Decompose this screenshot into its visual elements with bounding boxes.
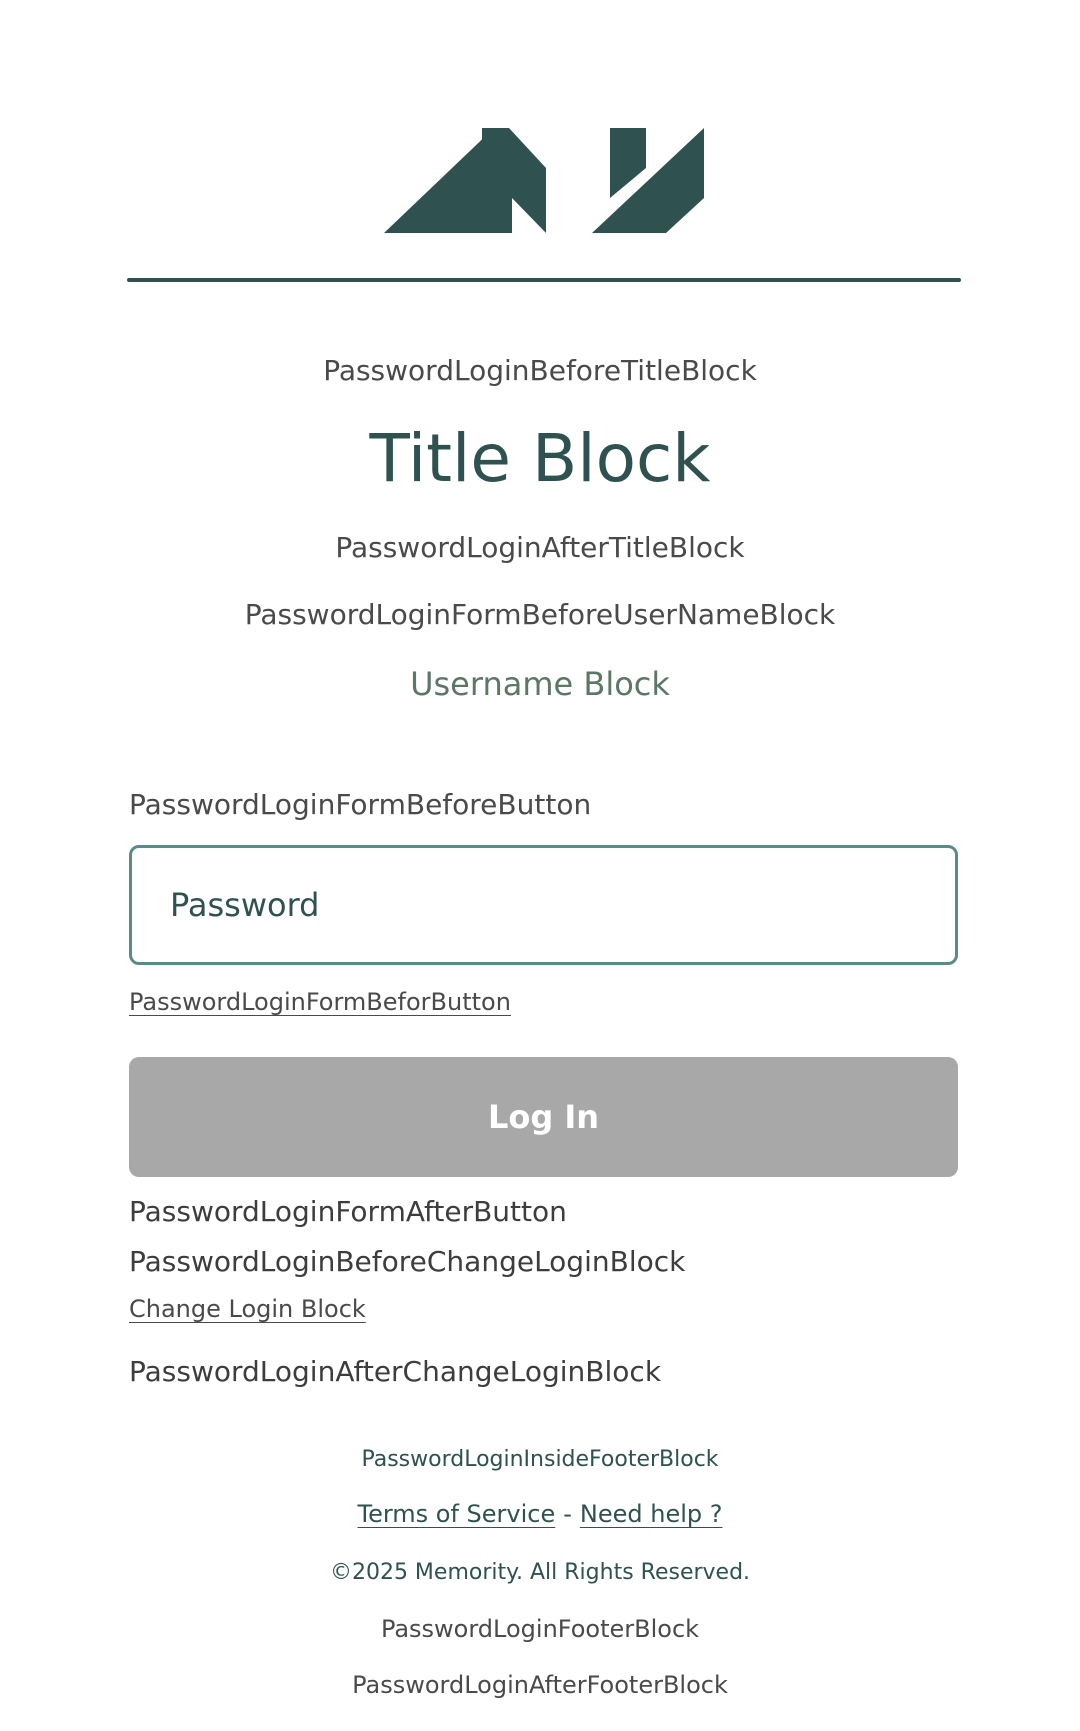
- form-before-button-block: PasswordLoginFormBeforeButton: [129, 788, 592, 821]
- after-title-block: PasswordLoginAfterTitleBlock: [335, 531, 745, 564]
- header-divider: [127, 278, 961, 282]
- terms-of-service-link[interactable]: Terms of Service: [357, 1500, 555, 1528]
- before-title-block: PasswordLoginBeforeTitleBlock: [323, 354, 757, 387]
- my-logo-icon: [384, 128, 704, 233]
- after-change-login-block: PasswordLoginAfterChangeLoginBlock: [129, 1355, 662, 1388]
- before-username-block: PasswordLoginFormBeforeUserNameBlock: [244, 598, 836, 631]
- form-after-button-block: PasswordLoginFormAfterButton: [129, 1195, 567, 1228]
- footer-links: Terms of Service - Need help ?: [0, 1500, 1080, 1528]
- copyright-text: ©2025 Memority. All Rights Reserved.: [329, 1560, 751, 1585]
- after-footer-block: PasswordLoginAfterFooterBlock: [352, 1671, 728, 1699]
- form-befor-button-link[interactable]: PasswordLoginFormBeforButton: [129, 988, 511, 1016]
- password-input[interactable]: [170, 886, 955, 924]
- change-login-link[interactable]: Change Login Block: [129, 1295, 366, 1323]
- username-block: Username Block: [410, 665, 670, 703]
- footer-separator: -: [563, 1500, 572, 1528]
- login-button[interactable]: Log In: [129, 1057, 958, 1177]
- password-field[interactable]: [129, 845, 958, 965]
- inside-footer-block: PasswordLoginInsideFooterBlock: [361, 1447, 719, 1472]
- need-help-link[interactable]: Need help ?: [580, 1500, 723, 1528]
- page-title: Title Block: [369, 420, 711, 497]
- before-change-login-block: PasswordLoginBeforeChangeLoginBlock: [129, 1245, 686, 1278]
- login-page: PasswordLoginBeforeTitleBlock Title Bloc…: [0, 0, 1080, 1731]
- footer-block: PasswordLoginFooterBlock: [380, 1615, 700, 1643]
